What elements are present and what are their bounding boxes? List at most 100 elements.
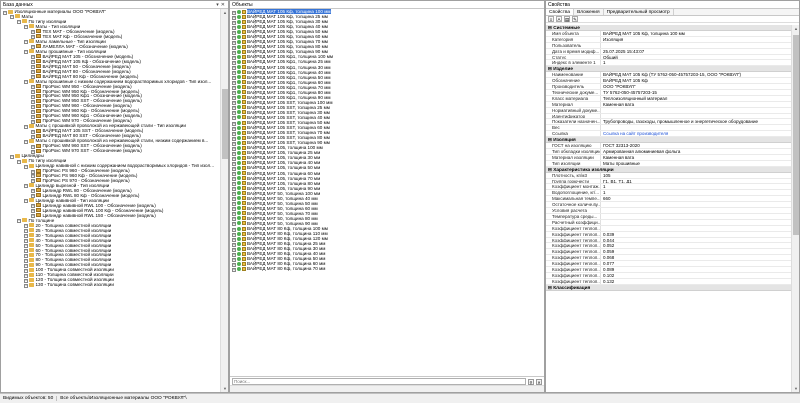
status-dot-icon: [237, 95, 241, 100]
status-dot-icon: [237, 176, 241, 181]
property-name: Группа горючести: [546, 178, 601, 184]
object-icon: [242, 65, 246, 70]
object-icon: [242, 226, 246, 231]
search-input[interactable]: [232, 378, 526, 385]
property-name: Коэффициент теплоп...: [546, 225, 601, 231]
database-tree-scrollbar[interactable]: ▲ ▼: [220, 9, 228, 392]
object-label: ВАЙРЕД МАТ 80 Кф, толщина 70 мм: [247, 266, 326, 272]
folder-icon: [29, 228, 34, 233]
tab-2[interactable]: Предварительный просмотр: [604, 9, 674, 15]
folder-icon: [29, 248, 34, 252]
object-icon: [242, 236, 246, 241]
object-icon: [242, 135, 246, 140]
object-icon: [242, 251, 246, 256]
edit-icon[interactable]: ✎: [572, 16, 578, 22]
status-dot-icon: [237, 19, 241, 24]
status-dot-icon: [237, 201, 241, 206]
status-dot-icon: [237, 34, 241, 39]
status-dot-icon: [237, 155, 241, 160]
property-value: 0.059: [603, 249, 615, 255]
scroll-up-icon[interactable]: ▲: [221, 9, 228, 16]
scroll-down-icon[interactable]: ▼: [221, 385, 228, 392]
property-value: 1: [603, 184, 606, 190]
property-grid-scrollbar[interactable]: ▲ ▼: [791, 25, 799, 392]
scroll-down-icon[interactable]: ▼: [792, 385, 799, 392]
folder-icon: [29, 262, 34, 267]
tab-0[interactable]: Свойства: [546, 9, 575, 15]
folder-icon: [29, 233, 34, 238]
scrollbar-thumb[interactable]: [793, 35, 799, 235]
folder-icon: [22, 218, 27, 223]
properties-view-icon[interactable]: ▤: [564, 16, 570, 22]
properties-toolbar: ≡ A ▤ ✎: [546, 16, 799, 23]
folder-icon: [29, 123, 34, 128]
object-icon: [242, 19, 246, 24]
property-value: 660: [603, 196, 611, 202]
status-dot-icon: [237, 140, 241, 145]
property-value: ВАЙРЕД МАТ 105 Кф: [603, 78, 648, 84]
status-dot-icon: [237, 29, 241, 34]
object-icon: [242, 34, 246, 39]
property-value: 0.132: [603, 278, 615, 284]
property-section-header[interactable]: ⊟ Классификация: [546, 284, 791, 291]
folder-icon: [15, 14, 20, 19]
sort-categorized-icon[interactable]: ≡: [548, 16, 554, 22]
status-dot-icon: [237, 59, 241, 64]
expand-toggle-icon[interactable]: −: [24, 283, 28, 288]
sort-alphabetical-icon[interactable]: A: [556, 16, 562, 22]
tree-node[interactable]: − 130 - Толщина совместной изоляции: [1, 282, 220, 288]
visible-count: Видимых объектов: 50: [0, 396, 58, 401]
status-dot-icon: [237, 39, 241, 44]
status-dot-icon: [237, 9, 241, 14]
object-icon: [242, 120, 246, 125]
close-icon[interactable]: ✕: [221, 1, 225, 9]
object-icon: [242, 110, 246, 115]
scroll-up-icon[interactable]: ▲: [792, 25, 799, 32]
property-value: 0.077: [603, 261, 615, 266]
property-value: [601, 125, 791, 130]
object-icon: [242, 231, 246, 236]
model-icon: [36, 208, 41, 213]
property-value: [601, 208, 791, 213]
property-value: Г1, В1, Т1, Д1: [603, 178, 632, 184]
status-dot-icon: [237, 261, 241, 266]
status-dot-icon: [237, 100, 241, 105]
model-icon: [36, 93, 41, 98]
folder-icon: [29, 272, 34, 277]
status-dot-icon: [237, 145, 241, 150]
pin-icon[interactable]: ▾: [216, 1, 219, 9]
object-icon: [242, 155, 246, 160]
property-value: 1: [603, 190, 606, 196]
folder-icon: [29, 138, 34, 143]
status-dot-icon: [237, 216, 241, 221]
object-icon: [242, 261, 246, 266]
object-list-item[interactable]: + ВАЙРЕД МАТ 80 Кф, толщина 70 мм: [230, 266, 544, 272]
model-icon: [36, 173, 41, 178]
property-name: Обозначение: [546, 78, 601, 84]
status-dot-icon: [237, 54, 241, 59]
scrollbar-thumb[interactable]: [222, 89, 228, 159]
objects-panel: Объекты + ВАЙРЕД МАТ 105 Кф, толщина 100 …: [229, 0, 545, 393]
property-name: Плотность, кг/м3: [546, 172, 601, 178]
property-section-title: Классификация: [553, 284, 591, 290]
folder-icon: [29, 39, 34, 44]
database-panel-header: База данных ▾ ✕: [1, 1, 228, 9]
property-name: Коэффициент теплоп...: [546, 249, 601, 255]
expand-toggle-icon[interactable]: +: [232, 267, 236, 272]
objects-horizontal-scrollbar[interactable]: [230, 385, 544, 392]
property-grid: ⊟ Системные Имя объекта ВАЙРЕД МАТ 105 Кф,…: [546, 25, 791, 392]
object-icon: [242, 125, 246, 130]
clear-search-icon[interactable]: ✕: [536, 378, 542, 385]
object-icon: [242, 95, 246, 100]
object-icon: [242, 100, 246, 105]
tab-1[interactable]: Вложения: [574, 9, 604, 15]
property-value: 25.07.2025 15:43:07: [603, 48, 645, 54]
manufacturer-link[interactable]: Ссылка на сайт производителя: [601, 131, 791, 136]
properties-panel-title: Свойства: [548, 1, 570, 8]
database-tree: − Изоляционные материалы ООО "РОКВУЛ" − Мат…: [1, 9, 220, 392]
property-name: Коэффициент теплоп...: [546, 243, 601, 249]
property-name: Коэффициент теплоп...: [546, 255, 601, 261]
status-dot-icon: [237, 150, 241, 155]
filter-icon[interactable]: ⚲: [528, 378, 534, 385]
property-value: Теплоизоляционный материал: [603, 95, 668, 101]
